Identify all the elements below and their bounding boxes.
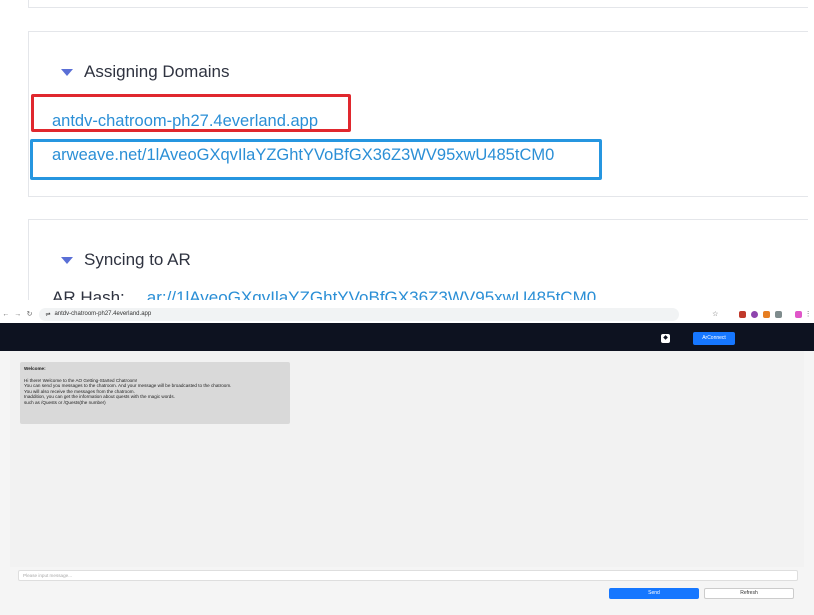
message-title: Welcome: — [24, 366, 46, 371]
blue-highlight-box — [30, 139, 602, 180]
assigning-domains-header[interactable]: Assigning Domains — [61, 62, 230, 82]
section-title: Syncing to AR — [84, 250, 191, 269]
arconnect-button[interactable]: ArConnect — [693, 332, 735, 345]
url-text: antdv-chatroom-ph27.4everland.app — [54, 311, 152, 317]
reload-icon[interactable]: ↻ — [24, 310, 36, 318]
message-bubble: Welcome: Hi there! Welcome to the AO Get… — [20, 362, 290, 424]
browser-window: ← → ↻ ⇌ antdv-chatroom-ph27.4everland.ap… — [0, 305, 814, 615]
prev-section-card — [28, 0, 808, 8]
caret-down-icon — [61, 68, 73, 76]
extensions-bar — [739, 310, 803, 318]
ar-hash-link[interactable]: ar://1lAveoGXqvIlaYZGhtYVoBfGX36Z3WV95xw… — [147, 288, 596, 300]
ar-hash-row: AR Hash: ar://1lAveoGXqvIlaYZGhtYVoBfGX36… — [52, 288, 596, 300]
assigning-domains-card: Assigning Domains antdv-chatroom-ph27.4e… — [28, 31, 808, 197]
section-title: Assigning Domains — [84, 62, 230, 81]
extension-icon[interactable] — [763, 310, 771, 318]
address-bar: ← → ↻ ⇌ antdv-chatroom-ph27.4everland.ap… — [0, 305, 814, 323]
chat-area: Welcome: Hi there! Welcome to the AO Get… — [10, 351, 804, 567]
red-highlight-box — [31, 94, 351, 132]
kebab-menu-icon[interactable]: ⋮ — [802, 310, 814, 318]
forward-arrow-icon[interactable]: → — [12, 311, 24, 318]
caret-down-icon — [61, 256, 73, 264]
extension-icon[interactable] — [751, 310, 759, 318]
extension-icon[interactable] — [795, 310, 803, 318]
extension-icon[interactable] — [775, 310, 783, 318]
syncing-header[interactable]: Syncing to AR — [61, 250, 191, 270]
app-header: ◆ ArConnect — [0, 323, 814, 351]
extension-icon[interactable] — [739, 310, 747, 318]
site-info-icon[interactable]: ⇌ — [45, 311, 50, 318]
back-arrow-icon[interactable]: ← — [0, 311, 12, 318]
message-input[interactable]: Please input message... — [18, 570, 798, 581]
star-icon[interactable]: ☆ — [709, 310, 721, 318]
github-icon[interactable]: ◆ — [661, 334, 670, 343]
send-button[interactable]: Send — [609, 588, 699, 599]
message-line: such as /Quests or /Quests(the number) — [24, 399, 106, 405]
ar-hash-label: AR Hash: — [52, 288, 125, 300]
refresh-button[interactable]: Refresh — [704, 588, 794, 599]
doc-screenshot: Assigning Domains antdv-chatroom-ph27.4e… — [0, 0, 814, 300]
url-field[interactable]: ⇌ antdv-chatroom-ph27.4everland.app — [39, 307, 680, 321]
